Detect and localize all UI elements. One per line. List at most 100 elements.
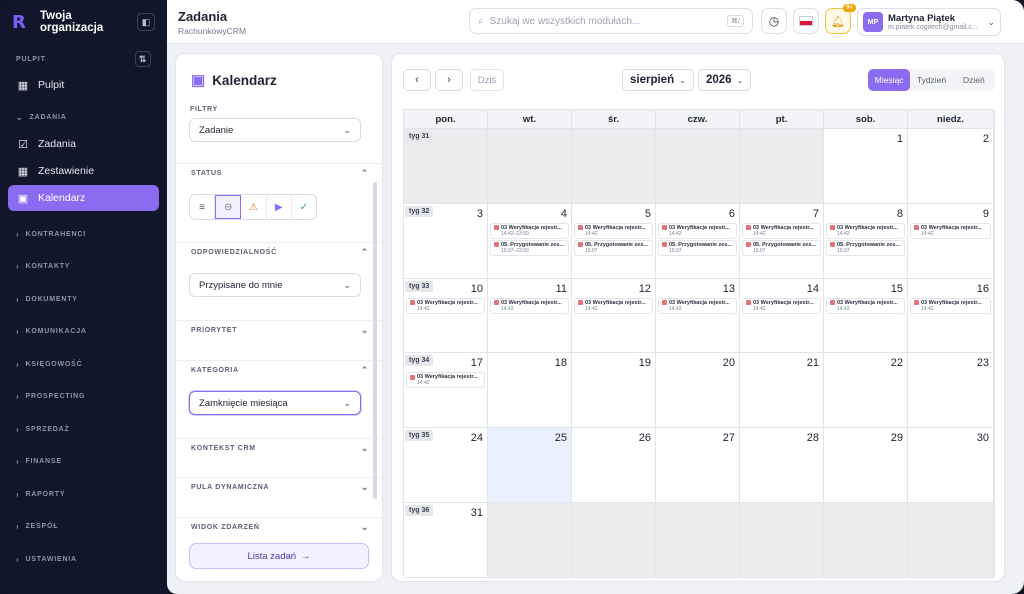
calendar-event[interactable]: 03 Weryfikacja rejestr... 14:42 [742, 222, 821, 239]
user-menu[interactable]: MP Martyna Piątek m.piatek.cogitech@gmai… [857, 8, 1001, 36]
sidebar-group[interactable]: › KSIĘGOWOŚĆ [0, 348, 167, 381]
search-input[interactable]: ⌕ Szukaj we wszystkich modułach... ⌘/ [469, 8, 753, 34]
calendar-event[interactable]: 03 Weryfikacja rejestr... 14:42 [574, 297, 653, 314]
odpowiedzialnosc-section-header[interactable]: ODPOWIEDZIALNOŚĆ ⌃ [176, 242, 384, 262]
filtry-select[interactable]: Zadanie ⌄ [189, 118, 361, 142]
sidebar-item-pulpit[interactable]: ▦ Pulpit [8, 72, 159, 98]
day-cell[interactable]: 2 [908, 129, 994, 204]
status-done-button[interactable]: ✓ [292, 195, 316, 219]
odpowiedzialnosc-select[interactable]: Przypisane do mnie ⌄ [189, 273, 361, 297]
priorytet-section-header[interactable]: PRIORYTET ⌄ [176, 320, 384, 340]
day-cell[interactable]: 6 03 Weryfikacja rejestr... 14:42 05. Przyg… [656, 203, 740, 279]
status-section-header[interactable]: STATUS ⌃ [176, 163, 384, 183]
sidebar-group[interactable]: › RAPORTY [0, 478, 167, 511]
calendar-event[interactable]: 03 Weryfikacja rejestr... 14:42–23:59 [490, 222, 569, 239]
day-cell[interactable]: 25 [488, 428, 572, 503]
kategoria-section-header[interactable]: KATEGORIA ⌃ [176, 360, 384, 380]
day-cell[interactable] [572, 503, 656, 578]
calendar-event[interactable]: 05. Przygotowanie zes... 15:07 [658, 239, 737, 256]
sidebar-item-zadania[interactable]: ☑ Zadania [8, 131, 159, 157]
day-cell[interactable]: 29 [824, 428, 908, 503]
day-cell[interactable]: tyg 35 24 [404, 428, 488, 503]
calendar-event[interactable]: 03 Weryfikacja rejestr... 14:42 [574, 222, 653, 239]
calendar-event[interactable]: 03 Weryfikacja rejestr... 14:42 [490, 297, 569, 314]
day-cell[interactable]: tyg 32 3 [404, 203, 488, 279]
day-cell[interactable]: 12 03 Weryfikacja rejestr... 14:42 [572, 278, 656, 354]
section-zadania[interactable]: ⌄ ZADANIA [0, 104, 167, 130]
year-select[interactable]: 2026 ⌄ [698, 69, 752, 91]
day-cell[interactable] [656, 129, 740, 204]
calendar-event[interactable]: 03 Weryfikacja rejestr... 14:42 [910, 222, 991, 239]
day-cell[interactable]: 5 03 Weryfikacja rejestr... 14:42 05. Przyg… [572, 203, 656, 279]
calendar-event[interactable]: 03 Weryfikacja rejestr... 14:42 [658, 222, 737, 239]
day-cell[interactable]: 16 03 Weryfikacja rejestr... 14:42 [908, 278, 994, 354]
notifications-button[interactable]: 🔔︎ 9+ [825, 4, 856, 34]
status-new-button[interactable]: ⊖ [215, 195, 242, 219]
day-cell[interactable]: 27 [656, 428, 740, 503]
sidebar-group[interactable]: › KOMUNIKACJA [0, 316, 167, 349]
view-week-button[interactable]: Tydzień [910, 69, 952, 91]
day-cell[interactable] [740, 129, 824, 204]
day-cell[interactable] [656, 503, 740, 578]
calendar-event[interactable]: 03 Weryfikacja rejestr... 14:42 [910, 297, 991, 314]
day-cell[interactable] [488, 129, 572, 204]
kontekst-section-header[interactable]: KONTEKST CRM ⌄ [176, 438, 384, 458]
calendar-event[interactable]: 03 Weryfikacja rejestr... 14:42 [826, 222, 905, 239]
sidebar-group[interactable]: › KONTAKTY [0, 251, 167, 284]
filters-scrollbar[interactable] [373, 182, 377, 499]
sidebar-group[interactable]: › PROSPECTING [0, 381, 167, 414]
widok-section-header[interactable]: WIDOK ZDARZEŃ ⌄ [176, 517, 384, 537]
day-cell[interactable]: 26 [572, 428, 656, 503]
day-cell[interactable]: 4 03 Weryfikacja rejestr... 14:42–23:59 05.… [488, 203, 572, 279]
pula-section-header[interactable]: PULA DYNAMICZNA ⌄ [176, 477, 384, 497]
today-button[interactable]: Dziś [470, 69, 504, 91]
sort-icon[interactable]: ⇅ [135, 51, 151, 67]
sidebar-group[interactable]: › DOKUMENTY [0, 283, 167, 316]
calendar-event[interactable]: 05. Przygotowanie zes... 15:07 [826, 239, 905, 256]
status-all-button[interactable]: ≡ [190, 195, 216, 219]
day-cell[interactable]: 22 [824, 353, 908, 429]
history-button[interactable]: ◷ [761, 8, 787, 34]
day-cell[interactable]: 14 03 Weryfikacja rejestr... 14:42 [740, 278, 824, 354]
day-cell[interactable] [908, 503, 994, 578]
day-cell[interactable]: 7 03 Weryfikacja rejestr... 14:42 05. Przyg… [740, 203, 824, 279]
day-cell[interactable]: tyg 31 [404, 129, 488, 204]
day-cell[interactable]: 30 [908, 428, 994, 503]
calendar-event[interactable]: 05. Przygotowanie zes... 15:07 [742, 239, 821, 256]
day-cell[interactable] [740, 503, 824, 578]
day-cell[interactable]: 19 [572, 353, 656, 429]
day-cell[interactable]: 15 03 Weryfikacja rejestr... 14:42 [824, 278, 908, 354]
calendar-event[interactable]: 03 Weryfikacja rejestr... 14:42 [826, 297, 905, 314]
day-cell[interactable]: tyg 33 10 03 Weryfikacja rejestr... 14:42 [404, 278, 488, 354]
day-cell[interactable]: 21 [740, 353, 824, 429]
task-list-button[interactable]: Lista zadań → [189, 543, 369, 569]
calendar-event[interactable]: 03 Weryfikacja rejestr... 14:42 [406, 372, 485, 389]
language-button[interactable] [793, 8, 819, 34]
calendar-event[interactable]: 03 Weryfikacja rejestr... 14:42 [658, 297, 737, 314]
day-cell[interactable] [488, 503, 572, 578]
day-cell[interactable] [572, 129, 656, 204]
kategoria-select[interactable]: Zamknięcie miesiąca ⌄ [189, 391, 361, 415]
view-month-button[interactable]: Miesiąc [868, 69, 911, 91]
view-day-button[interactable]: Dzień [953, 69, 995, 91]
sidebar-group[interactable]: › SPRZEDAŻ [0, 413, 167, 446]
status-warning-button[interactable]: ⚠ [241, 195, 267, 219]
sidebar-group[interactable]: › USTAWIENIA [0, 543, 167, 576]
day-cell[interactable]: 9 03 Weryfikacja rejestr... 14:42 [908, 203, 994, 279]
day-cell[interactable]: 1 [824, 129, 908, 204]
day-cell[interactable]: 23 [908, 353, 994, 429]
next-month-button[interactable]: › [435, 69, 463, 91]
sidebar-item-kalendarz[interactable]: ▣ Kalendarz [8, 185, 159, 211]
day-cell[interactable]: 28 [740, 428, 824, 503]
calendar-event[interactable]: 03 Weryfikacja rejestr... 14:42 [406, 297, 485, 314]
day-cell[interactable]: 11 03 Weryfikacja rejestr... 14:42 [488, 278, 572, 354]
prev-month-button[interactable]: ‹ [403, 69, 431, 91]
day-cell[interactable]: 20 [656, 353, 740, 429]
status-in-progress-button[interactable]: ▶ [267, 195, 292, 219]
sidebar-group[interactable]: › KONTRAHENCI [0, 218, 167, 251]
month-select[interactable]: sierpień ⌄ [622, 69, 694, 91]
day-cell[interactable]: 18 [488, 353, 572, 429]
day-cell[interactable]: tyg 34 17 03 Weryfikacja rejestr... 14:42 [404, 353, 488, 429]
sidebar-group[interactable]: › FINANSE [0, 446, 167, 479]
day-cell[interactable]: 13 03 Weryfikacja rejestr... 14:42 [656, 278, 740, 354]
